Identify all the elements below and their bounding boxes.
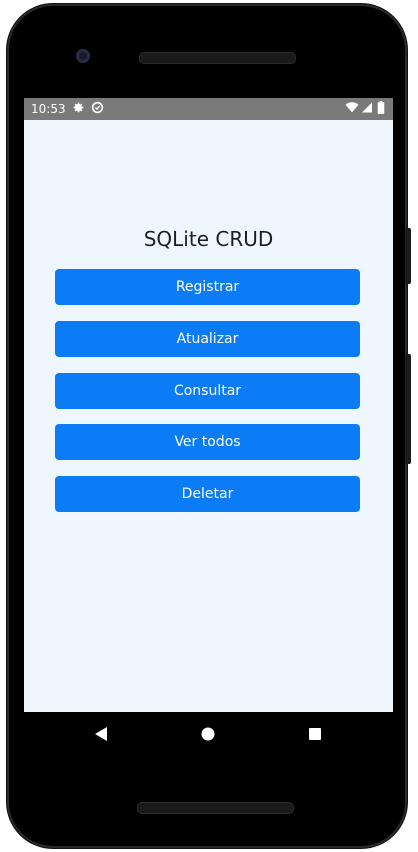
- atualizar-button[interactable]: Atualizar: [55, 321, 360, 357]
- bottom-speaker: [137, 802, 294, 814]
- navigation-bar: [24, 712, 393, 756]
- deletar-button[interactable]: Deletar: [55, 476, 360, 512]
- sync-icon: [91, 101, 104, 117]
- back-icon[interactable]: [94, 726, 108, 746]
- power-button: [405, 228, 411, 284]
- app-screen: 10:53 SQLite CRUD Registrar Atualizar Co…: [24, 98, 393, 712]
- front-camera: [76, 49, 90, 63]
- ver-todos-button[interactable]: Ver todos: [55, 424, 360, 460]
- home-icon[interactable]: [201, 726, 215, 746]
- volume-button: [405, 354, 411, 464]
- earpiece-speaker: [139, 52, 296, 64]
- consultar-button[interactable]: Consultar: [55, 373, 360, 409]
- signal-icon: [361, 101, 373, 117]
- status-time: 10:53: [31, 102, 66, 116]
- recents-icon[interactable]: [308, 726, 322, 746]
- page-title: SQLite CRUD: [143, 227, 274, 251]
- gear-icon: [72, 101, 85, 117]
- wifi-icon: [345, 101, 359, 117]
- status-bar: 10:53: [24, 98, 393, 120]
- registrar-button[interactable]: Registrar: [55, 269, 360, 305]
- battery-icon: [377, 101, 385, 117]
